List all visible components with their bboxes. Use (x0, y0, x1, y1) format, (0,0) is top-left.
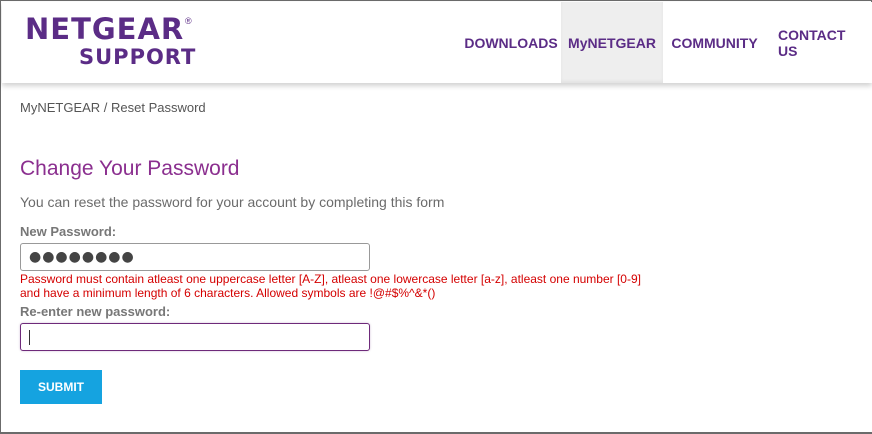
netgear-support-logo[interactable]: NETGEAR ® SUPPORT (25, 14, 200, 72)
breadcrumb: MyNETGEAR / Reset Password (20, 100, 206, 115)
nav-contact-us[interactable]: CONTACT US (766, 2, 872, 83)
page-content: MyNETGEAR / Reset Password Change Your P… (2, 83, 872, 432)
reenter-password-label: Re-enter new password: (20, 304, 171, 319)
logo-netgear-text: NETGEAR (25, 12, 185, 46)
page-subtitle: You can reset the password for your acco… (20, 194, 445, 210)
error-line-1: Password must contain atleast one upperc… (20, 272, 641, 286)
nav-downloads[interactable]: DOWNLOADS (461, 2, 561, 83)
site-header: NETGEAR ® SUPPORT DOWNLOADS MyNETGEAR CO… (2, 2, 872, 83)
main-nav: DOWNLOADS MyNETGEAR COMMUNITY CONTACT US (461, 2, 872, 83)
page-title: Change Your Password (20, 157, 240, 180)
logo-registered-mark: ® (185, 16, 192, 26)
text-cursor (29, 330, 30, 345)
new-password-label: New Password: (20, 224, 117, 239)
browser-frame: NETGEAR ® SUPPORT DOWNLOADS MyNETGEAR CO… (0, 0, 872, 434)
submit-button[interactable]: SUBMIT (20, 370, 102, 404)
logo-support-text: SUPPORT (79, 45, 197, 69)
breadcrumb-mynetgear-link[interactable]: MyNETGEAR (20, 100, 100, 115)
breadcrumb-current: Reset Password (111, 100, 206, 115)
nav-mynetgear[interactable]: MyNETGEAR (561, 2, 663, 83)
breadcrumb-separator: / (100, 100, 112, 115)
error-line-2: and have a minimum length of 6 character… (20, 286, 436, 300)
password-error-message: Password must contain atleast one upperc… (20, 272, 740, 300)
reenter-password-field[interactable] (20, 323, 370, 351)
nav-community[interactable]: COMMUNITY (663, 2, 766, 83)
new-password-field[interactable] (20, 243, 370, 271)
